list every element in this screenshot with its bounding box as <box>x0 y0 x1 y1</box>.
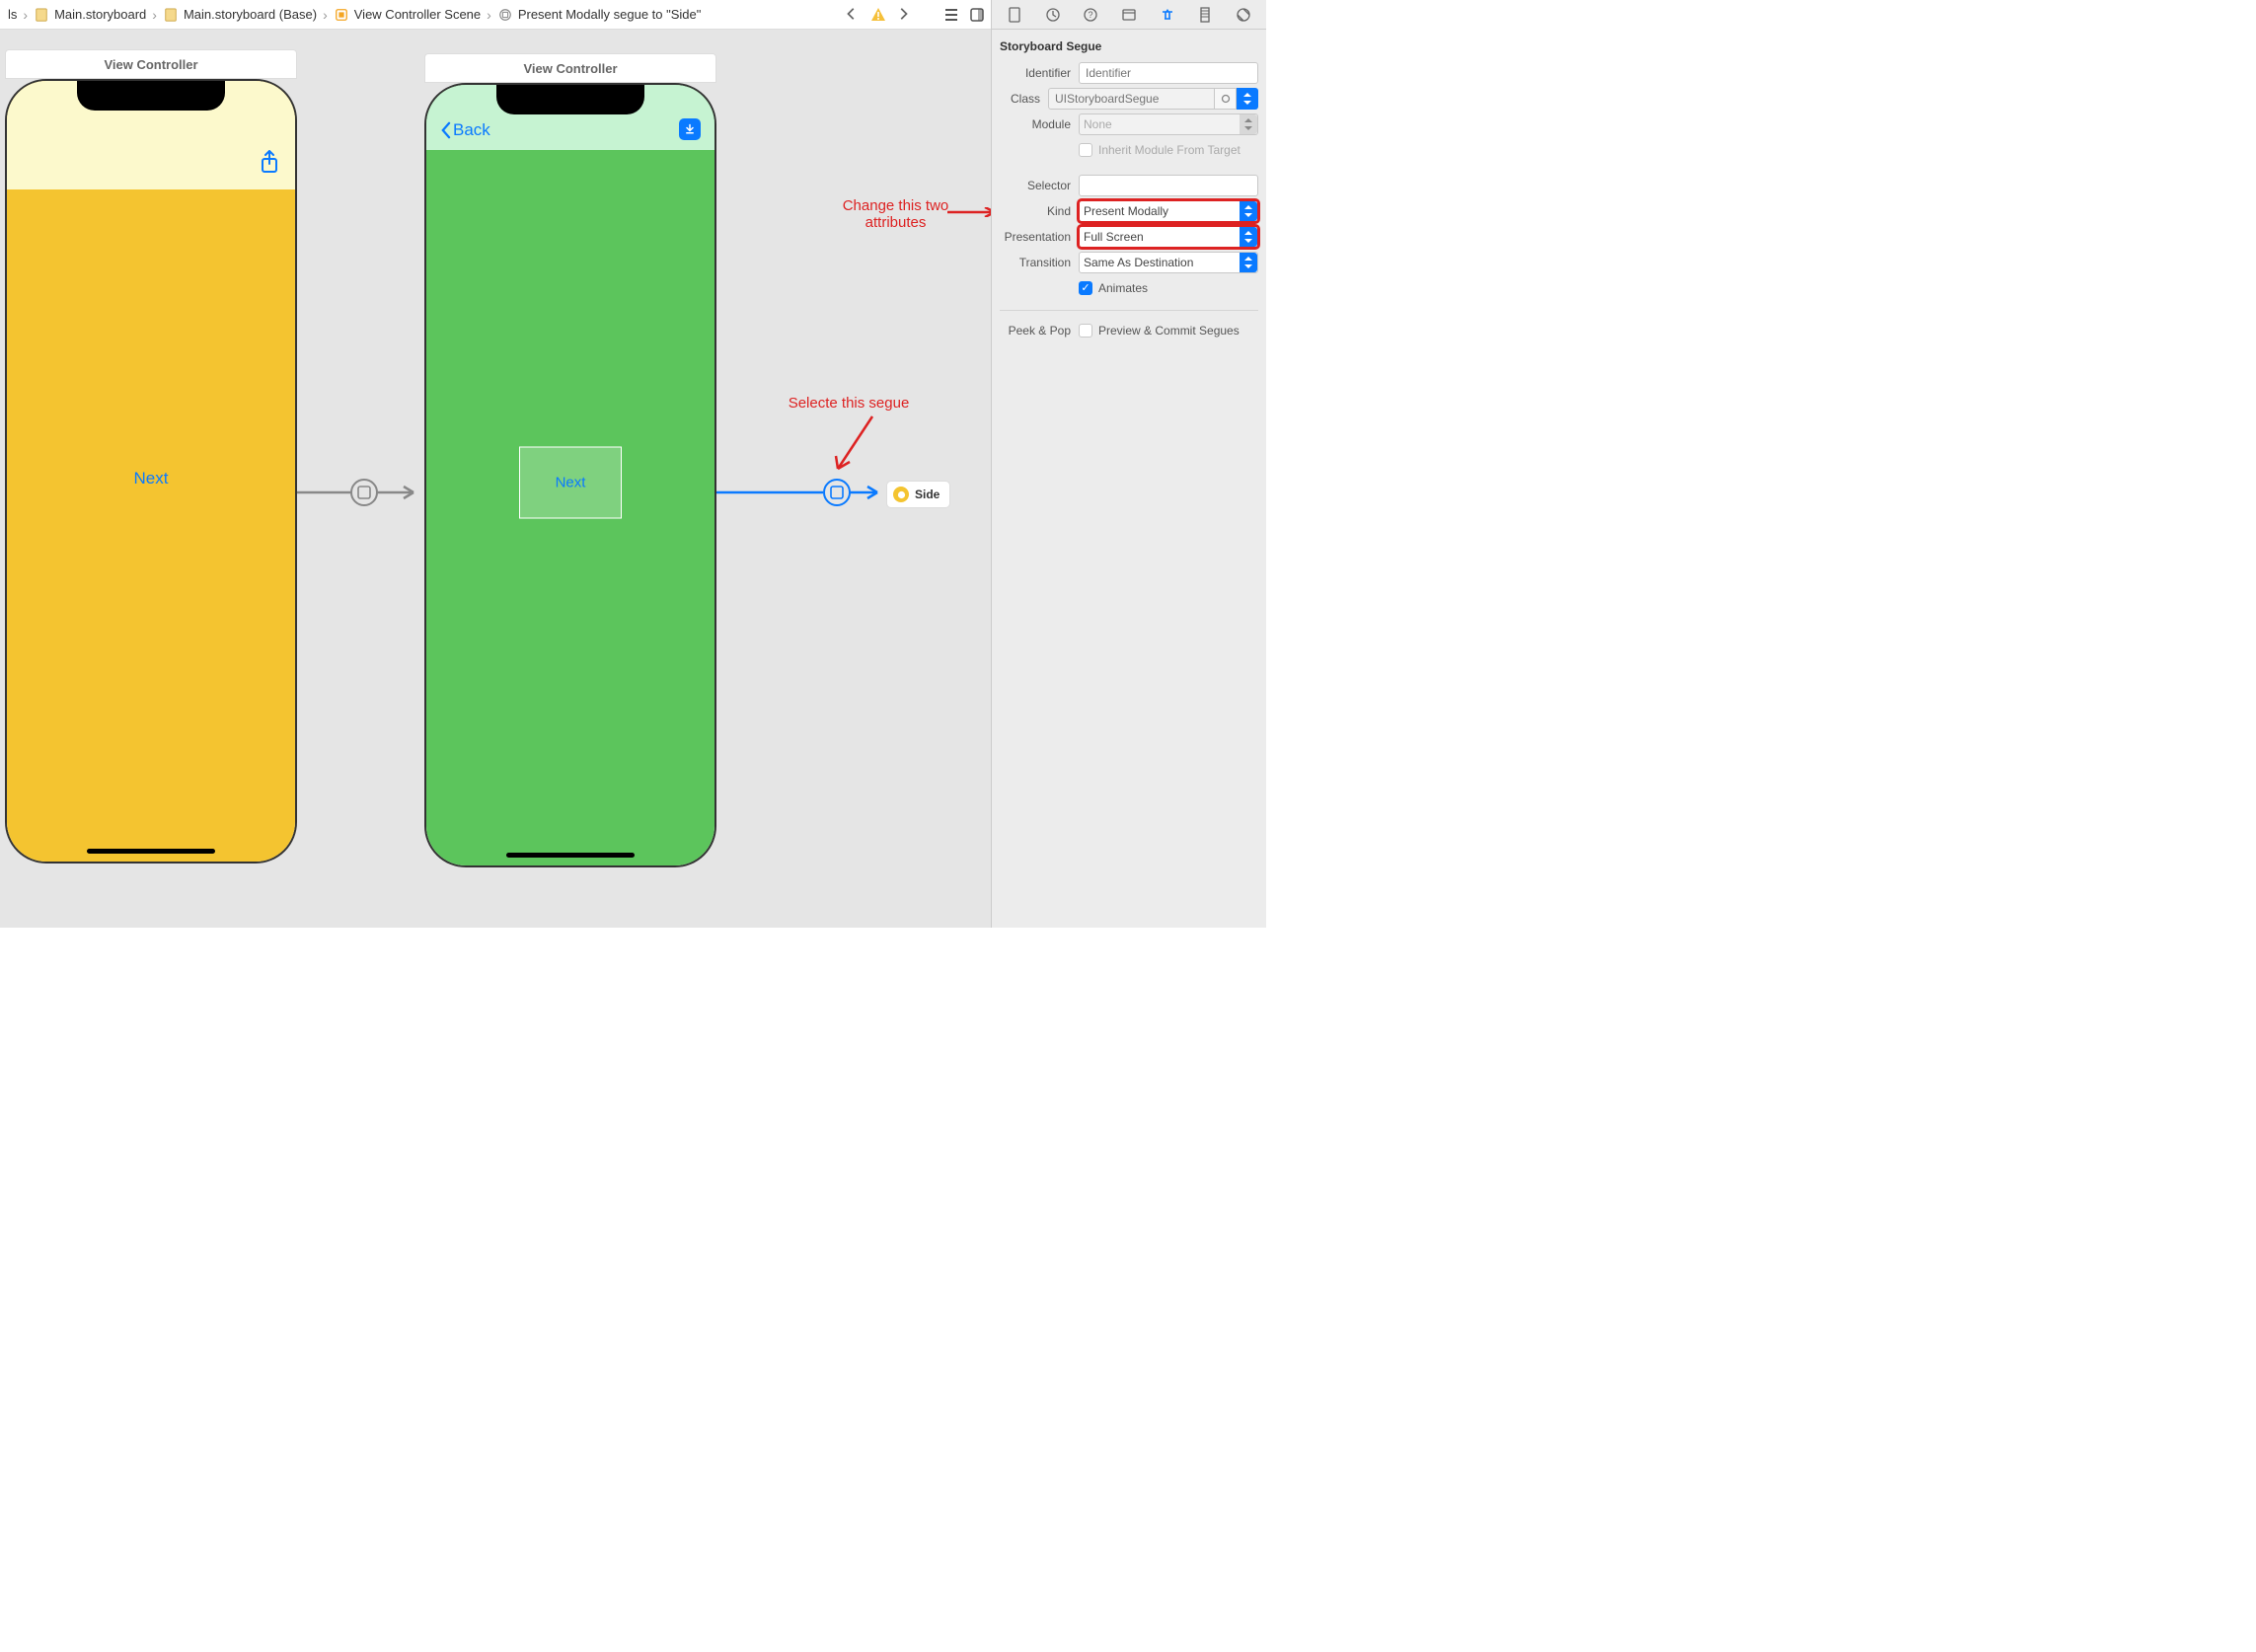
download-icon[interactable] <box>679 118 701 140</box>
field-label: Class <box>1000 92 1048 106</box>
svg-text:?: ? <box>1089 10 1093 20</box>
outline-icon[interactable] <box>943 7 959 23</box>
chip-label: Side <box>915 488 940 501</box>
storyboard-canvas[interactable]: View Controller Next <box>0 30 991 928</box>
chevron-right-icon: › <box>23 7 28 23</box>
home-indicator <box>87 849 215 854</box>
device-notch <box>496 85 644 114</box>
scene-reference-chip[interactable]: Side <box>886 481 950 508</box>
field-label: Transition <box>1000 256 1079 269</box>
share-icon[interactable] <box>260 150 279 180</box>
next-button[interactable]: Next <box>134 469 169 488</box>
selector-input[interactable] <box>1079 175 1258 196</box>
connections-inspector-tab[interactable] <box>1233 4 1254 26</box>
field-label: Selector <box>1000 179 1079 192</box>
inspector-tab-bar: ? <box>992 0 1266 30</box>
chevron-updown-icon <box>1240 253 1257 272</box>
view-controller-scene[interactable]: View Controller Back <box>424 53 716 867</box>
field-label: Kind <box>1000 204 1079 218</box>
help-inspector-tab[interactable]: ? <box>1080 4 1101 26</box>
field-label: Presentation <box>1000 230 1079 244</box>
inherit-module-checkbox[interactable] <box>1079 143 1092 157</box>
annotation: Selecte this segue <box>785 395 913 412</box>
scene-title: View Controller <box>523 61 617 76</box>
breadcrumb: ls › Main.storyboard › Main.storyboard (… <box>0 0 991 30</box>
button-label: Next <box>556 475 586 491</box>
checkbox-label: Animates <box>1098 281 1148 295</box>
breadcrumb-label: Main.storyboard <box>54 7 146 22</box>
chevron-right-icon: › <box>323 7 328 23</box>
storyboard-file-icon <box>34 7 49 23</box>
chevron-right-icon: › <box>487 7 491 23</box>
breadcrumb-label: Main.storyboard (Base) <box>184 7 317 22</box>
history-inspector-tab[interactable] <box>1042 4 1064 26</box>
scene-title-bar[interactable]: View Controller <box>424 53 716 83</box>
arrow-icon <box>828 414 887 482</box>
breadcrumb-item[interactable]: View Controller Scene <box>332 7 483 23</box>
breadcrumb-item[interactable]: Present Modally segue to "Side" <box>495 7 704 23</box>
class-dropdown-arrow[interactable] <box>1215 88 1237 110</box>
select-value: None <box>1084 117 1112 131</box>
chevron-right-icon: › <box>152 7 157 23</box>
field-label: Peek & Pop <box>1000 324 1079 338</box>
breadcrumb-item[interactable]: Main.storyboard <box>32 7 148 23</box>
attributes-inspector-tab[interactable] <box>1157 4 1178 26</box>
size-inspector-tab[interactable] <box>1194 4 1216 26</box>
inspector-section-title: Storyboard Segue <box>1000 36 1258 59</box>
history-back-button[interactable] <box>845 7 861 23</box>
next-button[interactable]: Next <box>519 447 622 519</box>
kind-select[interactable]: Present Modally <box>1079 200 1258 222</box>
breadcrumb-item[interactable]: Main.storyboard (Base) <box>161 7 319 23</box>
chevron-updown-icon <box>1240 227 1257 247</box>
segue-connector[interactable] <box>297 478 425 507</box>
select-value: Full Screen <box>1084 230 1144 244</box>
class-input[interactable] <box>1048 88 1215 110</box>
class-stepper[interactable] <box>1237 88 1258 110</box>
scene-icon <box>334 7 349 23</box>
field-label: Identifier <box>1000 66 1079 80</box>
adjust-editor-icon[interactable] <box>969 7 985 23</box>
select-value: Same As Destination <box>1084 256 1193 269</box>
animates-checkbox[interactable]: ✓ <box>1079 281 1092 295</box>
checkbox-label: Preview & Commit Segues <box>1098 324 1240 338</box>
file-inspector-tab[interactable] <box>1004 4 1025 26</box>
breadcrumb-label: ls <box>8 7 17 22</box>
inspector-panel: ? Storyboard Segue Identifier Class <box>992 0 1266 928</box>
field-label: Module <box>1000 117 1079 131</box>
history-forward-button[interactable] <box>896 7 912 23</box>
select-value: Present Modally <box>1084 204 1168 218</box>
peek-pop-checkbox[interactable] <box>1079 324 1092 338</box>
identity-inspector-tab[interactable] <box>1118 4 1140 26</box>
scene-title: View Controller <box>104 57 197 72</box>
annotation-text: Change this two attributes <box>843 197 949 231</box>
chevron-updown-icon <box>1240 114 1257 134</box>
scene-title-bar[interactable]: View Controller <box>5 49 297 79</box>
module-select[interactable]: None <box>1079 113 1258 135</box>
warning-icon[interactable] <box>870 7 886 23</box>
checkbox-label: Inherit Module From Target <box>1098 143 1241 157</box>
home-indicator <box>506 853 635 858</box>
back-button[interactable]: Back <box>440 120 490 140</box>
identifier-input[interactable] <box>1079 62 1258 84</box>
breadcrumb-label: View Controller Scene <box>354 7 481 22</box>
storyboard-file-icon <box>163 7 179 23</box>
breadcrumb-item[interactable]: ls <box>6 7 19 22</box>
transition-select[interactable]: Same As Destination <box>1079 252 1258 273</box>
presentation-select[interactable]: Full Screen <box>1079 226 1258 248</box>
back-label: Back <box>453 120 490 140</box>
breadcrumb-label: Present Modally segue to "Side" <box>518 7 702 22</box>
segue-icon <box>497 7 513 23</box>
segue-connector-selected[interactable] <box>716 478 884 507</box>
annotation-text: Selecte this segue <box>789 395 910 412</box>
annotation: Change this two attributes <box>839 197 952 231</box>
arrow-icon <box>947 207 991 217</box>
chevron-updown-icon <box>1240 201 1257 221</box>
chevron-left-icon <box>440 121 451 139</box>
view-controller-scene[interactable]: View Controller Next <box>5 49 297 864</box>
device-notch <box>77 81 225 111</box>
storyboard-reference-icon <box>893 487 909 502</box>
